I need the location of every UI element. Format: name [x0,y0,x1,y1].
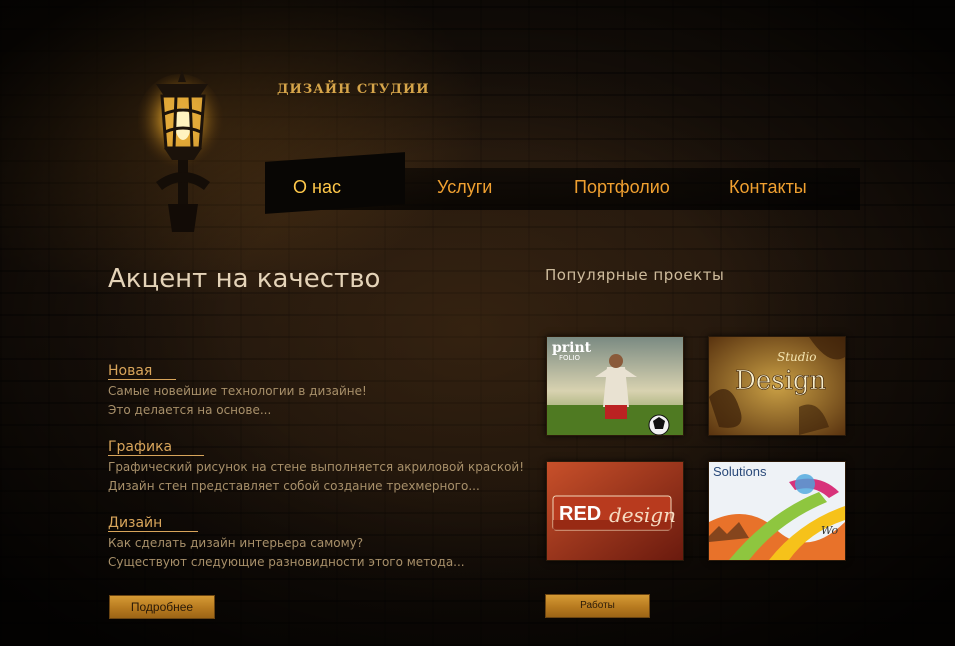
solutions-thumb[interactable]: Solutions Wo [708,461,846,561]
section-text-line: Дизайн стен представляет собой создание … [108,479,480,493]
section-text-line: Существуют следующие разновидности этого… [108,555,465,569]
news-section: Новая Самые новейшие технологии в дизайн… [108,360,367,420]
thumb-subcaption: Wo [821,524,839,537]
nav-item-about[interactable]: О нас [293,177,341,198]
studio-design-image: Studio Design [709,337,845,435]
thumb-subcaption: Studio [777,350,817,364]
section-link-design[interactable]: Дизайн [108,515,199,532]
section-text-line: Это делается на основе... [108,403,272,417]
works-button[interactable]: Работы [545,594,650,618]
site-title: ДИЗАЙН СТУДИИ [277,82,430,97]
thumb-caption: RED [559,503,601,525]
section-text-line: Как сделать дизайн интерьера самому? [108,536,364,550]
print-folio-image: print FOLIO [547,337,683,435]
thumb-caption: Design [735,366,827,396]
design-section: Дизайн Как сделать дизайн интерьера само… [108,512,465,572]
graphics-section: Графика Графический рисунок на стене вып… [108,436,524,496]
solutions-image: Solutions Wo [709,462,845,560]
section-text-line: Графический рисунок на стене выполняется… [108,460,525,474]
popular-projects-title: Популярные проекты [545,266,725,284]
thumb-subcaption: FOLIO [559,354,581,362]
lantern-logo-icon [138,70,224,232]
thumb-subcaption: design [609,503,676,527]
nav-item-portfolio[interactable]: Портфолио [574,177,670,198]
page-headline: Акцент на качество [108,264,381,294]
red-design-thumb[interactable]: RED design [546,461,684,561]
section-link-graphics[interactable]: Графика [108,439,205,456]
section-link-new[interactable]: Новая [108,363,177,380]
nav-item-services[interactable]: Услуги [437,177,492,198]
section-text-line: Самые новейшие технологии в дизайне! [108,384,367,398]
studio-design-thumb[interactable]: Studio Design [708,336,846,436]
nav-item-contacts[interactable]: Контакты [729,177,807,198]
print-folio-thumb[interactable]: print FOLIO [546,336,684,436]
more-button[interactable]: Подробнее [109,595,215,619]
red-design-image: RED design [547,462,683,560]
thumb-caption: Solutions [713,464,767,479]
